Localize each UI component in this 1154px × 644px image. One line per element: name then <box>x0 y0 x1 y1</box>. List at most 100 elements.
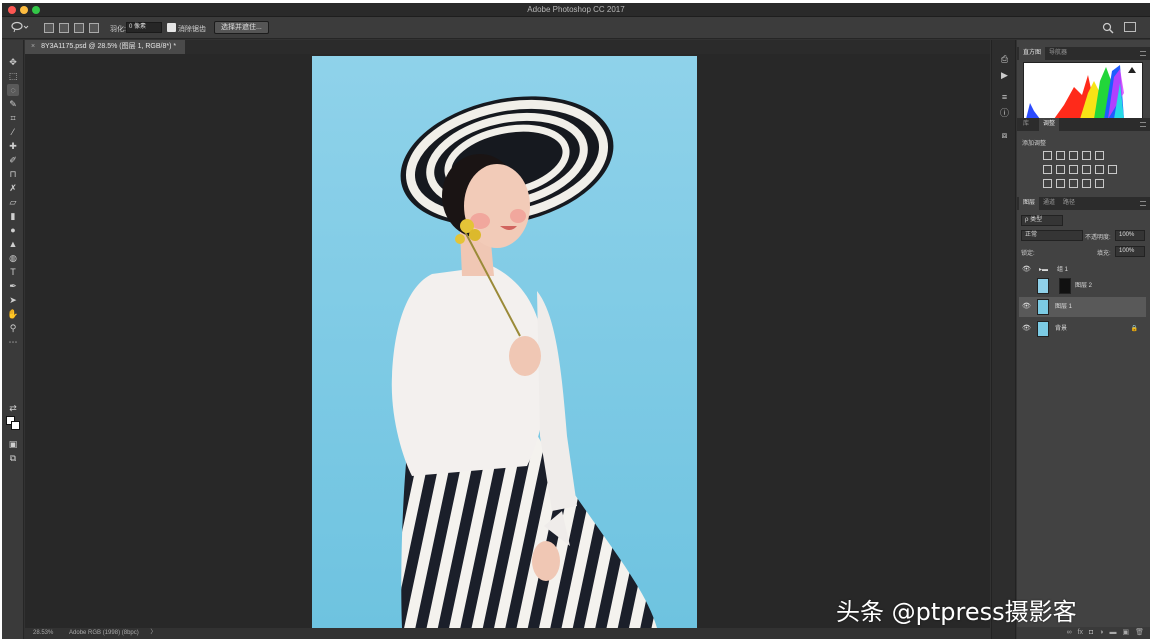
dodge-tool-icon[interactable]: ◍ <box>7 252 19 264</box>
history-brush-tool-icon[interactable]: ✗ <box>7 182 19 194</box>
selective-color-icon[interactable] <box>1095 179 1104 188</box>
add-selection-mode-icon[interactable] <box>59 23 69 33</box>
antialias-checkbox[interactable] <box>167 23 176 32</box>
gradient-tool-icon[interactable]: ▮ <box>7 210 19 222</box>
hand-tool-icon[interactable]: ✋ <box>7 308 19 320</box>
tool-presets-icon[interactable]: ⧈ <box>999 130 1010 141</box>
eyedropper-tool-icon[interactable]: ⁄ <box>7 126 19 138</box>
new-layer-icon[interactable]: ▣ <box>1122 627 1129 639</box>
blend-mode-dropdown[interactable]: 正常 <box>1021 230 1083 241</box>
tab-libraries[interactable]: 库 <box>1019 118 1033 131</box>
layer-mask-thumbnail <box>1059 278 1071 294</box>
fx-icon[interactable]: fx <box>1078 627 1083 639</box>
zoom-tool-icon[interactable]: ⚲ <box>7 322 19 334</box>
invert-icon[interactable] <box>1043 179 1052 188</box>
tab-adjustments[interactable]: 调整 <box>1039 118 1060 131</box>
levels-icon[interactable] <box>1056 151 1065 160</box>
panel-menu-icon[interactable] <box>1140 122 1146 127</box>
document-canvas[interactable] <box>312 56 697 628</box>
workspace-icon[interactable] <box>1124 22 1136 32</box>
adjustment-layer-icon[interactable]: ◑ <box>1099 627 1103 639</box>
sharpen-tool-icon[interactable]: ▲ <box>7 238 19 250</box>
vibrance-icon[interactable] <box>1095 151 1104 160</box>
eraser-tool-icon[interactable]: ▱ <box>7 196 19 208</box>
trash-icon[interactable]: 🗑 <box>1135 627 1144 639</box>
lasso-tool-icon[interactable]: ◌ <box>7 84 19 96</box>
zoom-level[interactable]: 28.53% <box>33 630 53 636</box>
tab-layers[interactable]: 图层 <box>1019 197 1040 210</box>
more-tools-icon[interactable]: ⋯ <box>7 336 19 348</box>
opacity-input[interactable]: 100% <box>1115 230 1145 241</box>
color-balance-icon[interactable] <box>1056 165 1065 174</box>
tab-paths[interactable]: 路径 <box>1059 197 1079 210</box>
color-lookup-icon[interactable] <box>1108 165 1117 174</box>
new-selection-mode-icon[interactable] <box>44 23 54 33</box>
threshold-icon[interactable] <box>1069 179 1078 188</box>
intersect-selection-mode-icon[interactable] <box>89 23 99 33</box>
tab-navigator[interactable]: 导航器 <box>1045 47 1071 60</box>
type-tool-icon[interactable]: T <box>7 266 19 278</box>
brush-tool-icon[interactable]: ✐ <box>7 154 19 166</box>
posterize-icon[interactable] <box>1056 179 1065 188</box>
quick-mask-icon[interactable]: ▣ <box>7 438 19 450</box>
photo-filter-icon[interactable] <box>1082 165 1091 174</box>
crop-tool-icon[interactable]: ⌗ <box>7 112 19 124</box>
history-panel-icon[interactable]: ⎙ <box>999 54 1010 65</box>
layer-row-layer2[interactable]: 图层 2 <box>1019 276 1146 296</box>
properties-panel-icon[interactable]: ≡ <box>999 92 1010 103</box>
status-bar: 28.53% Adobe RGB (1998) (8bpc) 〉 <box>25 628 990 639</box>
status-menu-arrow[interactable]: 〉 <box>150 630 156 636</box>
canvas-area[interactable] <box>25 54 990 628</box>
fill-label: 填充: <box>1097 251 1111 257</box>
panel-icon-strip: ⎙ ▶ ≡ ⓘ ⧈ <box>991 40 1016 639</box>
feather-input[interactable]: 0 像素 <box>126 22 162 33</box>
lasso-preset-icon[interactable] <box>10 21 32 35</box>
layer-name: 图层 1 <box>1055 304 1073 310</box>
options-bar: 羽化: 0 像素 消除锯齿 选择并遮住... <box>2 17 1150 39</box>
title-bar: Adobe Photoshop CC 2017 <box>2 3 1150 17</box>
marquee-tool-icon[interactable]: ⬚ <box>7 70 19 82</box>
panel-menu-icon[interactable] <box>1140 201 1146 206</box>
new-group-icon[interactable]: ▬ <box>1109 627 1116 639</box>
blur-tool-icon[interactable]: ● <box>7 224 19 236</box>
background-color-swatch[interactable] <box>11 421 20 430</box>
tab-channels[interactable]: 通道 <box>1039 197 1059 210</box>
tab-histogram[interactable]: 直方图 <box>1019 47 1046 60</box>
subtract-selection-mode-icon[interactable] <box>74 23 84 33</box>
hue-saturation-icon[interactable] <box>1043 165 1052 174</box>
adjustment-icons-row-2 <box>1043 165 1117 174</box>
document-tab[interactable]: × 8Y3A1175.psd @ 28.5% (图层 1, RGB/8*) * <box>25 40 185 54</box>
link-layers-icon[interactable]: ∞ <box>1067 627 1072 639</box>
fill-input[interactable]: 100% <box>1115 246 1145 257</box>
swap-colors-icon[interactable]: ⇄ <box>7 402 19 414</box>
close-tab-icon[interactable]: × <box>31 43 35 50</box>
layer-row-background[interactable]: 👁 背景 🔒 <box>1019 319 1146 339</box>
visibility-eye-icon[interactable]: 👁 <box>1022 297 1031 317</box>
pen-tool-icon[interactable]: ✒ <box>7 280 19 292</box>
opacity-label: 不透明度: <box>1085 235 1111 241</box>
curves-icon[interactable] <box>1069 151 1078 160</box>
quick-select-tool-icon[interactable]: ✎ <box>7 98 19 110</box>
black-white-icon[interactable] <box>1069 165 1078 174</box>
add-adjustment-label: 添加调整 <box>1022 141 1047 147</box>
info-panel-icon[interactable]: ⓘ <box>999 108 1010 119</box>
visibility-eye-icon[interactable]: 👁 <box>1022 319 1031 339</box>
exposure-icon[interactable] <box>1082 151 1091 160</box>
stamp-tool-icon[interactable]: ⊓ <box>7 168 19 180</box>
layer-filter-dropdown[interactable]: ρ 类型 <box>1021 215 1063 226</box>
panel-menu-icon[interactable] <box>1140 51 1146 56</box>
screen-mode-icon[interactable]: ⧉ <box>7 452 19 464</box>
add-mask-icon[interactable]: ◘ <box>1089 627 1093 639</box>
gradient-map-icon[interactable] <box>1082 179 1091 188</box>
layer-row-layer1[interactable]: 👁 图层 1 <box>1019 297 1146 317</box>
healing-brush-tool-icon[interactable]: ✚ <box>7 140 19 152</box>
antialias-label: 消除锯齿 <box>178 26 206 33</box>
layers-panel-tabs: 图层 通道 路径 <box>1017 197 1150 210</box>
search-icon[interactable] <box>1102 21 1114 34</box>
brightness-icon[interactable] <box>1043 151 1052 160</box>
actions-panel-icon[interactable]: ▶ <box>999 70 1010 81</box>
channel-mixer-icon[interactable] <box>1095 165 1104 174</box>
move-tool-icon[interactable]: ✥ <box>7 56 19 68</box>
path-select-tool-icon[interactable]: ➤ <box>7 294 19 306</box>
select-and-mask-button[interactable]: 选择并遮住... <box>214 21 269 34</box>
